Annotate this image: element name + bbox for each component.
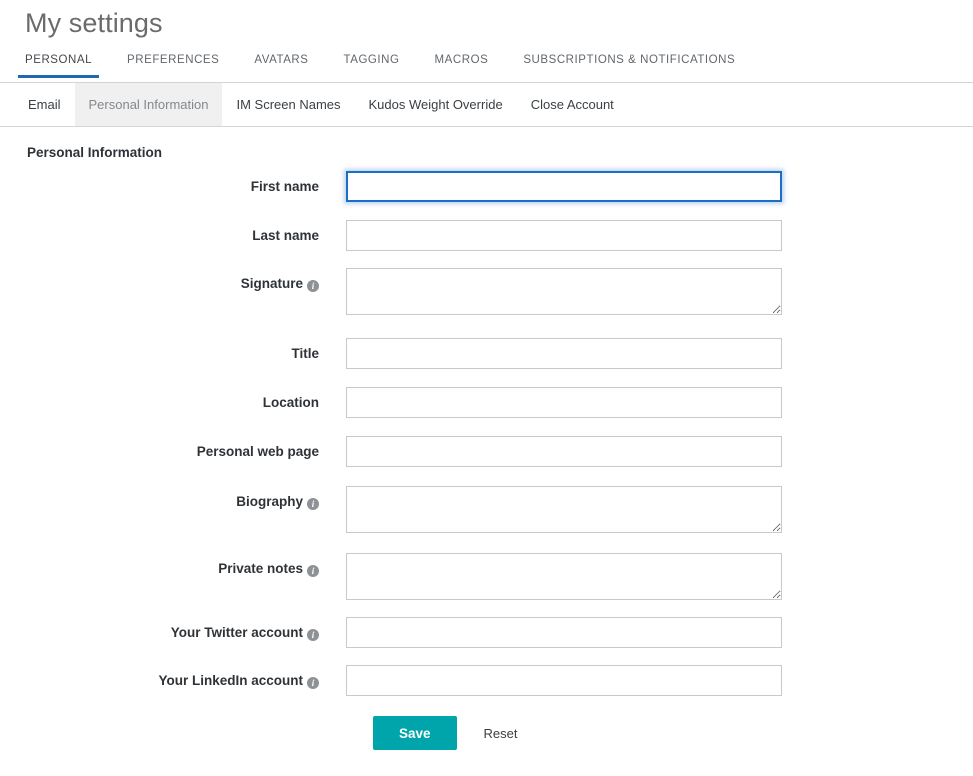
- label-last-name-text: Last name: [252, 228, 319, 243]
- info-icon[interactable]: i: [307, 629, 319, 641]
- personal-web-page-input[interactable]: [346, 436, 782, 467]
- field-row-twitter-account: Your Twitter account i: [0, 617, 973, 648]
- subtab-kudos-weight-override[interactable]: Kudos Weight Override: [355, 83, 517, 126]
- first-name-input[interactable]: [346, 171, 782, 202]
- field-row-last-name: Last name: [0, 220, 973, 251]
- location-input[interactable]: [346, 387, 782, 418]
- info-icon[interactable]: i: [307, 498, 319, 510]
- private-notes-textarea[interactable]: [346, 553, 782, 600]
- tab-tagging[interactable]: TAGGING: [344, 53, 400, 77]
- field-row-private-notes: Private notes i: [0, 553, 973, 600]
- info-icon[interactable]: i: [307, 677, 319, 689]
- label-personal-web-page-text: Personal web page: [197, 444, 319, 459]
- label-twitter-account-text: Your Twitter account: [171, 625, 303, 640]
- label-biography: Biography i: [0, 486, 346, 510]
- label-personal-web-page: Personal web page: [0, 436, 346, 460]
- section-title: Personal Information: [27, 145, 973, 160]
- subtab-email[interactable]: Email: [14, 83, 75, 126]
- label-biography-text: Biography: [236, 494, 303, 509]
- tab-personal[interactable]: PERSONAL: [25, 53, 92, 77]
- secondary-tab-bar: Email Personal Information IM Screen Nam…: [0, 83, 973, 127]
- reset-link[interactable]: Reset: [484, 726, 518, 741]
- personal-information-form: Personal Information First name Last nam…: [0, 127, 973, 750]
- label-twitter-account: Your Twitter account i: [0, 617, 346, 641]
- tab-avatars[interactable]: AVATARS: [254, 53, 308, 77]
- form-actions: Save Reset: [0, 716, 973, 750]
- label-linkedin-account: Your LinkedIn account i: [0, 665, 346, 689]
- label-linkedin-account-text: Your LinkedIn account: [158, 673, 303, 688]
- primary-tab-bar: PERSONAL PREFERENCES AVATARS TAGGING MAC…: [0, 53, 973, 83]
- label-last-name: Last name: [0, 220, 346, 244]
- linkedin-account-input[interactable]: [346, 665, 782, 696]
- field-row-linkedin-account: Your LinkedIn account i: [0, 665, 973, 696]
- page-title: My settings: [0, 0, 973, 40]
- label-signature-text: Signature: [241, 276, 303, 291]
- label-first-name-text: First name: [251, 179, 319, 194]
- field-row-first-name: First name: [0, 171, 973, 202]
- subtab-personal-information[interactable]: Personal Information: [75, 83, 223, 126]
- info-icon[interactable]: i: [307, 280, 319, 292]
- label-private-notes: Private notes i: [0, 553, 346, 577]
- tab-preferences[interactable]: PREFERENCES: [127, 53, 219, 77]
- biography-textarea[interactable]: [346, 486, 782, 533]
- subtab-im-screen-names[interactable]: IM Screen Names: [222, 83, 354, 126]
- field-row-location: Location: [0, 387, 973, 418]
- label-signature: Signature i: [0, 268, 346, 292]
- signature-textarea[interactable]: [346, 268, 782, 315]
- field-row-personal-web-page: Personal web page: [0, 436, 973, 467]
- label-location-text: Location: [263, 395, 319, 410]
- label-title-text: Title: [291, 346, 319, 361]
- twitter-account-input[interactable]: [346, 617, 782, 648]
- last-name-input[interactable]: [346, 220, 782, 251]
- field-row-biography: Biography i: [0, 486, 973, 533]
- save-button[interactable]: Save: [373, 716, 457, 750]
- title-input[interactable]: [346, 338, 782, 369]
- label-title: Title: [0, 338, 346, 362]
- label-first-name: First name: [0, 171, 346, 195]
- tab-macros[interactable]: MACROS: [435, 53, 489, 77]
- subtab-close-account[interactable]: Close Account: [517, 83, 628, 126]
- label-private-notes-text: Private notes: [218, 561, 303, 576]
- field-row-signature: Signature i: [0, 268, 973, 315]
- label-location: Location: [0, 387, 346, 411]
- field-row-title: Title: [0, 338, 973, 369]
- tab-subscriptions-notifications[interactable]: SUBSCRIPTIONS & NOTIFICATIONS: [523, 53, 735, 77]
- info-icon[interactable]: i: [307, 565, 319, 577]
